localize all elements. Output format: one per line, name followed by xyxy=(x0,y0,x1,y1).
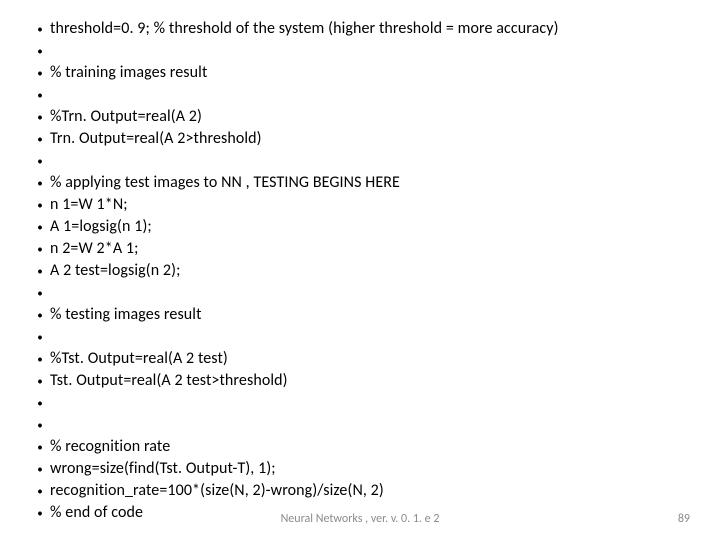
bullet-icon: • xyxy=(30,370,50,392)
code-line: •n 1=W 1*N; xyxy=(30,194,690,216)
bullet-icon: • xyxy=(30,172,50,194)
bullet-icon: • xyxy=(30,18,50,40)
code-line: •% training images result xyxy=(30,62,690,84)
code-line-text: n 1=W 1*N; xyxy=(50,194,690,215)
code-line: •% testing images result xyxy=(30,304,690,326)
code-line: • xyxy=(30,150,690,172)
code-line-text: % applying test images to NN , TESTING B… xyxy=(50,172,690,193)
code-line-text: Tst. Output=real(A 2 test>threshold) xyxy=(50,370,690,391)
bullet-icon: • xyxy=(30,414,50,436)
code-content: •threshold=0. 9; % threshold of the syst… xyxy=(30,18,690,524)
code-line: •A 2 test=logsig(n 2); xyxy=(30,260,690,282)
bullet-icon: • xyxy=(30,260,50,282)
code-line: •threshold=0. 9; % threshold of the syst… xyxy=(30,18,690,40)
code-line-text: recognition_rate=100*(size(N, 2)-wrong)/… xyxy=(50,480,690,501)
bullet-icon: • xyxy=(30,282,50,304)
code-line-text: wrong=size(find(Tst. Output-T), 1); xyxy=(50,458,690,479)
code-line: •Tst. Output=real(A 2 test>threshold) xyxy=(30,370,690,392)
bullet-icon: • xyxy=(30,62,50,84)
bullet-icon: • xyxy=(30,392,50,414)
code-line: • xyxy=(30,84,690,106)
code-line: • xyxy=(30,414,690,436)
bullet-icon: • xyxy=(30,128,50,150)
code-line: • xyxy=(30,392,690,414)
page-number: 89 xyxy=(678,512,690,526)
bullet-icon: • xyxy=(30,458,50,480)
footer-center: Neural Networks , ver. v. 0. 1. e 2 xyxy=(0,512,720,526)
bullet-icon: • xyxy=(30,480,50,502)
code-line-text: threshold=0. 9; % threshold of the syste… xyxy=(50,18,690,39)
bullet-icon: • xyxy=(30,150,50,172)
code-line-text: %Tst. Output=real(A 2 test) xyxy=(50,348,690,369)
code-line-text: n 2=W 2*A 1; xyxy=(50,238,690,259)
bullet-icon: • xyxy=(30,84,50,106)
code-line-text: % training images result xyxy=(50,62,690,83)
code-line: •wrong=size(find(Tst. Output-T), 1); xyxy=(30,458,690,480)
slide: •threshold=0. 9; % threshold of the syst… xyxy=(0,0,720,540)
code-line: • xyxy=(30,282,690,304)
code-line-text: A 2 test=logsig(n 2); xyxy=(50,260,690,281)
code-line: •% applying test images to NN , TESTING … xyxy=(30,172,690,194)
bullet-icon: • xyxy=(30,106,50,128)
code-line-text: %Trn. Output=real(A 2) xyxy=(50,106,690,127)
bullet-icon: • xyxy=(30,40,50,62)
code-line-text: % recognition rate xyxy=(50,436,690,457)
bullet-icon: • xyxy=(30,304,50,326)
code-line: •Trn. Output=real(A 2>threshold) xyxy=(30,128,690,150)
code-line-text: Trn. Output=real(A 2>threshold) xyxy=(50,128,690,149)
bullet-icon: • xyxy=(30,348,50,370)
bullet-icon: • xyxy=(30,436,50,458)
code-line: •% recognition rate xyxy=(30,436,690,458)
code-line: •%Tst. Output=real(A 2 test) xyxy=(30,348,690,370)
code-line: •%Trn. Output=real(A 2) xyxy=(30,106,690,128)
code-line: • xyxy=(30,326,690,348)
bullet-icon: • xyxy=(30,326,50,348)
code-line: • xyxy=(30,40,690,62)
code-line: •recognition_rate=100*(size(N, 2)-wrong)… xyxy=(30,480,690,502)
code-line: •n 2=W 2*A 1; xyxy=(30,238,690,260)
bullet-icon: • xyxy=(30,194,50,216)
code-line: •A 1=logsig(n 1); xyxy=(30,216,690,238)
bullet-icon: • xyxy=(30,216,50,238)
code-line-text: A 1=logsig(n 1); xyxy=(50,216,690,237)
bullet-icon: • xyxy=(30,238,50,260)
code-line-text: % testing images result xyxy=(50,304,690,325)
